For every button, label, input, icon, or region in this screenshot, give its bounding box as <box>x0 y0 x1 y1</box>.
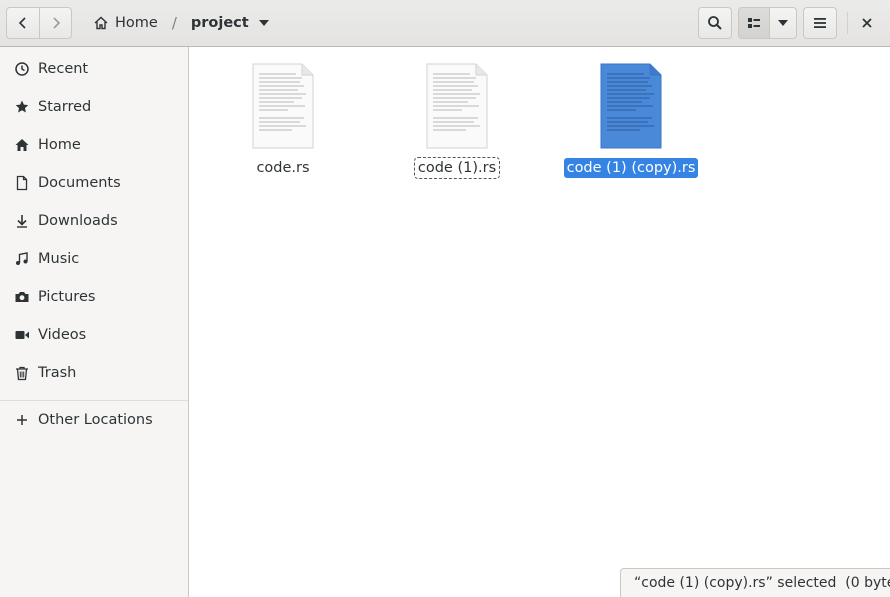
view-options-button[interactable] <box>769 7 797 39</box>
text-file-icon <box>600 63 662 149</box>
dropdown-arrow-icon <box>258 20 269 26</box>
breadcrumb-home-label: Home <box>115 15 158 31</box>
text-file-icon <box>252 63 314 149</box>
trash-icon <box>14 365 30 381</box>
file-name: code (1) (copy).rs <box>563 158 699 178</box>
header-bar: Home / project <box>0 0 890 47</box>
chevron-right-icon <box>52 17 60 29</box>
navigation-buttons <box>6 7 72 39</box>
file-manager-window: Home / project Recent Starred Home Docum… <box>0 0 890 597</box>
close-icon <box>862 18 872 28</box>
breadcrumb-current-label: project <box>190 15 249 31</box>
home-icon <box>14 137 30 153</box>
file-item-selected[interactable]: code (1) (copy).rs <box>561 63 701 183</box>
file-item[interactable]: code (1).rs <box>387 63 527 183</box>
sidebar-item-label: Pictures <box>38 289 96 305</box>
camera-icon <box>14 289 30 305</box>
sidebar-item-starred[interactable]: Starred <box>0 88 188 126</box>
video-icon <box>14 327 30 343</box>
sidebar-item-pictures[interactable]: Pictures <box>0 278 188 316</box>
file-item[interactable]: code.rs <box>213 63 353 183</box>
sidebar-item-recent[interactable]: Recent <box>0 50 188 88</box>
file-name: code.rs <box>256 160 310 176</box>
sidebar-item-label: Home <box>38 137 81 153</box>
clock-icon <box>14 61 30 77</box>
text-file-icon <box>426 63 488 149</box>
sidebar-item-label: Documents <box>38 175 121 191</box>
sidebar-item-videos[interactable]: Videos <box>0 316 188 354</box>
sidebar-item-label: Recent <box>38 61 89 77</box>
status-bar: “code (1) (copy).rs” selected (0 bytes) <box>620 568 890 597</box>
sidebar-item-label: Downloads <box>38 213 118 229</box>
sidebar-item-label: Videos <box>38 327 87 343</box>
breadcrumb: Home / project <box>84 7 278 39</box>
view-list-icon <box>748 18 760 28</box>
close-button[interactable] <box>852 7 882 39</box>
download-icon <box>14 213 30 229</box>
menu-button[interactable] <box>803 7 837 39</box>
sidebar-item-label: Starred <box>38 99 92 115</box>
document-icon <box>14 175 30 191</box>
header-separator <box>847 12 848 34</box>
sidebar-item-label: Music <box>38 251 80 267</box>
plus-icon <box>14 412 30 428</box>
home-icon <box>94 16 108 30</box>
view-buttons <box>738 7 797 39</box>
status-text: “code (1) (copy).rs” selected (0 bytes) <box>634 575 890 591</box>
hamburger-icon <box>814 18 826 28</box>
dropdown-arrow-icon <box>778 20 788 26</box>
search-button[interactable] <box>698 7 732 39</box>
sidebar-item-documents[interactable]: Documents <box>0 164 188 202</box>
back-button[interactable] <box>6 7 40 39</box>
file-view: code.rs code (1).rs code (1) (copy).rs <box>189 47 890 597</box>
file-name: code (1).rs <box>413 157 501 179</box>
sidebar-item-other-locations[interactable]: Other Locations <box>0 401 188 439</box>
sidebar-item-music[interactable]: Music <box>0 240 188 278</box>
sidebar: Recent Starred Home Documents Downloads … <box>0 47 189 597</box>
breadcrumb-separator: / <box>171 14 177 32</box>
sidebar-item-downloads[interactable]: Downloads <box>0 202 188 240</box>
breadcrumb-current[interactable]: project <box>182 7 278 39</box>
sidebar-item-home[interactable]: Home <box>0 126 188 164</box>
search-icon <box>708 16 722 30</box>
breadcrumb-home[interactable]: Home <box>84 7 167 39</box>
chevron-left-icon <box>18 17 26 29</box>
music-icon <box>14 251 30 267</box>
forward-button[interactable] <box>39 7 72 39</box>
sidebar-item-trash[interactable]: Trash <box>0 354 188 392</box>
sidebar-item-label: Other Locations <box>38 412 153 428</box>
list-view-button[interactable] <box>738 7 770 39</box>
star-icon <box>14 99 30 115</box>
sidebar-item-label: Trash <box>38 365 77 381</box>
